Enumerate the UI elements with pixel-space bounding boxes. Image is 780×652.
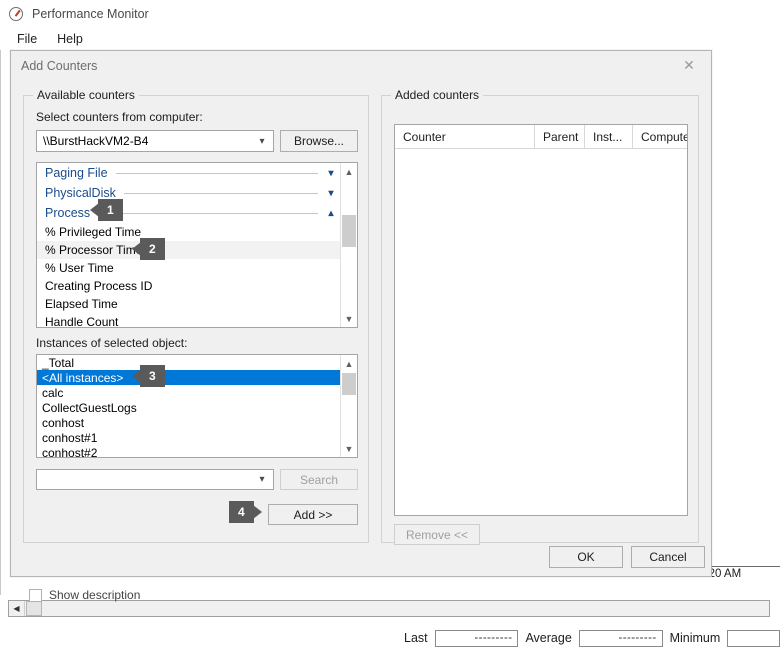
minimum-label: Minimum [670, 631, 721, 645]
scroll-down-icon[interactable]: ▼ [341, 310, 357, 327]
column-header-instance[interactable]: Inst... [585, 125, 633, 148]
performance-gauge-icon [8, 6, 24, 22]
instances-scrollbar[interactable]: ▲ ▼ [340, 355, 357, 457]
search-button[interactable]: Search [280, 469, 358, 490]
dialog-titlebar: Add Counters [11, 51, 711, 81]
tree-category-label: PhysicalDisk [45, 186, 116, 200]
tree-category-label: Process [45, 206, 90, 220]
tree-category-label: Paging File [45, 166, 108, 180]
instance-item-conhost[interactable]: conhost [37, 415, 340, 430]
app-title: Performance Monitor [32, 7, 149, 21]
menu-item-file[interactable]: File [8, 30, 46, 48]
ok-button[interactable]: OK [549, 546, 623, 568]
chevron-down-icon[interactable]: ▾ [322, 188, 340, 199]
callout-badge-1: 1 [98, 199, 123, 221]
app-titlebar: Performance Monitor [0, 0, 780, 28]
chevron-down-icon[interactable]: ▾ [251, 470, 273, 489]
counter-item-handle-count[interactable]: Handle Count [37, 313, 340, 327]
column-header-computer[interactable]: Computer [633, 125, 687, 148]
counter-item-creating-process-id[interactable]: Creating Process ID [37, 277, 340, 295]
column-header-counter[interactable]: Counter [395, 125, 535, 148]
counter-item-processor-time[interactable]: % Processor Time [37, 241, 340, 259]
instance-item-all-instances[interactable]: <All instances> [37, 370, 340, 385]
tree-rule [98, 213, 318, 214]
computer-combo[interactable]: \\BurstHackVM2-B4 ▾ [36, 130, 274, 152]
added-counters-table[interactable]: Counter Parent Inst... Computer [394, 124, 688, 516]
column-header-parent[interactable]: Parent [535, 125, 585, 148]
average-label: Average [525, 631, 571, 645]
counter-tree-listbox[interactable]: Paging File ▾ PhysicalDisk ▾ Process ▴ %… [36, 162, 358, 328]
scrollbar-thumb[interactable] [26, 601, 42, 616]
instances-listbox[interactable]: _Total <All instances> calc CollectGuest… [36, 354, 358, 458]
instance-item-total[interactable]: _Total [37, 355, 340, 370]
tree-rule [124, 193, 318, 194]
scroll-down-icon[interactable]: ▼ [341, 440, 357, 457]
instance-item-conhost-1[interactable]: conhost#1 [37, 430, 340, 445]
chevron-down-icon: ▾ [251, 131, 273, 151]
instance-item-conhost-2[interactable]: conhost#2 [37, 445, 340, 457]
cancel-button[interactable]: Cancel [631, 546, 705, 568]
scrollbar-thumb[interactable] [342, 373, 356, 395]
add-button[interactable]: Add >> [268, 504, 358, 525]
close-icon[interactable]: ✕ [667, 51, 711, 80]
counter-tree-scrollbar[interactable]: ▲ ▼ [340, 163, 357, 327]
scrollbar-thumb[interactable] [342, 215, 356, 247]
tree-rule [116, 173, 318, 174]
added-counters-legend: Added counters [391, 88, 483, 102]
scroll-up-icon[interactable]: ▲ [341, 355, 357, 372]
menu-item-help[interactable]: Help [48, 30, 92, 48]
graph-horizontal-scrollbar[interactable]: ◀ [8, 600, 770, 617]
average-value: --------- [579, 630, 663, 647]
minimum-value [727, 630, 780, 647]
remove-button[interactable]: Remove << [394, 524, 480, 545]
menubar: File Help [0, 28, 780, 50]
browse-button[interactable]: Browse... [280, 130, 358, 152]
scroll-up-icon[interactable]: ▲ [341, 163, 357, 180]
last-label: Last [404, 631, 428, 645]
counter-item-privileged-time[interactable]: % Privileged Time [37, 223, 340, 241]
add-counters-dialog: Add Counters ✕ Available counters Select… [10, 50, 712, 577]
added-counters-group: Added counters Counter Parent Inst... Co… [381, 95, 699, 543]
callout-badge-4: 4 [229, 501, 254, 523]
counter-item-elapsed-time[interactable]: Elapsed Time [37, 295, 340, 313]
instances-label: Instances of selected object: [36, 336, 187, 350]
available-counters-legend: Available counters [33, 88, 139, 102]
last-value: --------- [435, 630, 519, 647]
scroll-left-icon[interactable]: ◀ [9, 601, 25, 616]
search-input[interactable]: ▾ [36, 469, 274, 490]
callout-badge-2: 2 [140, 238, 165, 260]
show-description-checkbox[interactable]: Show description [29, 588, 140, 602]
checkbox-box[interactable] [29, 589, 42, 602]
tree-category-physicaldisk[interactable]: PhysicalDisk ▾ [37, 183, 340, 203]
instance-item-calc[interactable]: calc [37, 385, 340, 400]
counter-item-user-time[interactable]: % User Time [37, 259, 340, 277]
show-description-label: Show description [49, 588, 140, 602]
dialog-title: Add Counters [21, 59, 97, 73]
available-counters-group: Available counters Select counters from … [23, 95, 369, 543]
instance-item-collectguestlogs[interactable]: CollectGuestLogs [37, 400, 340, 415]
chevron-up-icon[interactable]: ▴ [322, 208, 340, 219]
chevron-down-icon[interactable]: ▾ [322, 168, 340, 179]
select-computer-label: Select counters from computer: [36, 110, 203, 124]
added-counters-header: Counter Parent Inst... Computer [395, 125, 687, 149]
callout-badge-3: 3 [140, 365, 165, 387]
computer-combo-value: \\BurstHackVM2-B4 [37, 134, 251, 148]
tree-category-paging-file[interactable]: Paging File ▾ [37, 163, 340, 183]
tree-category-process[interactable]: Process ▴ [37, 203, 340, 223]
statusbar: Last --------- Average --------- Minimum [0, 624, 780, 652]
